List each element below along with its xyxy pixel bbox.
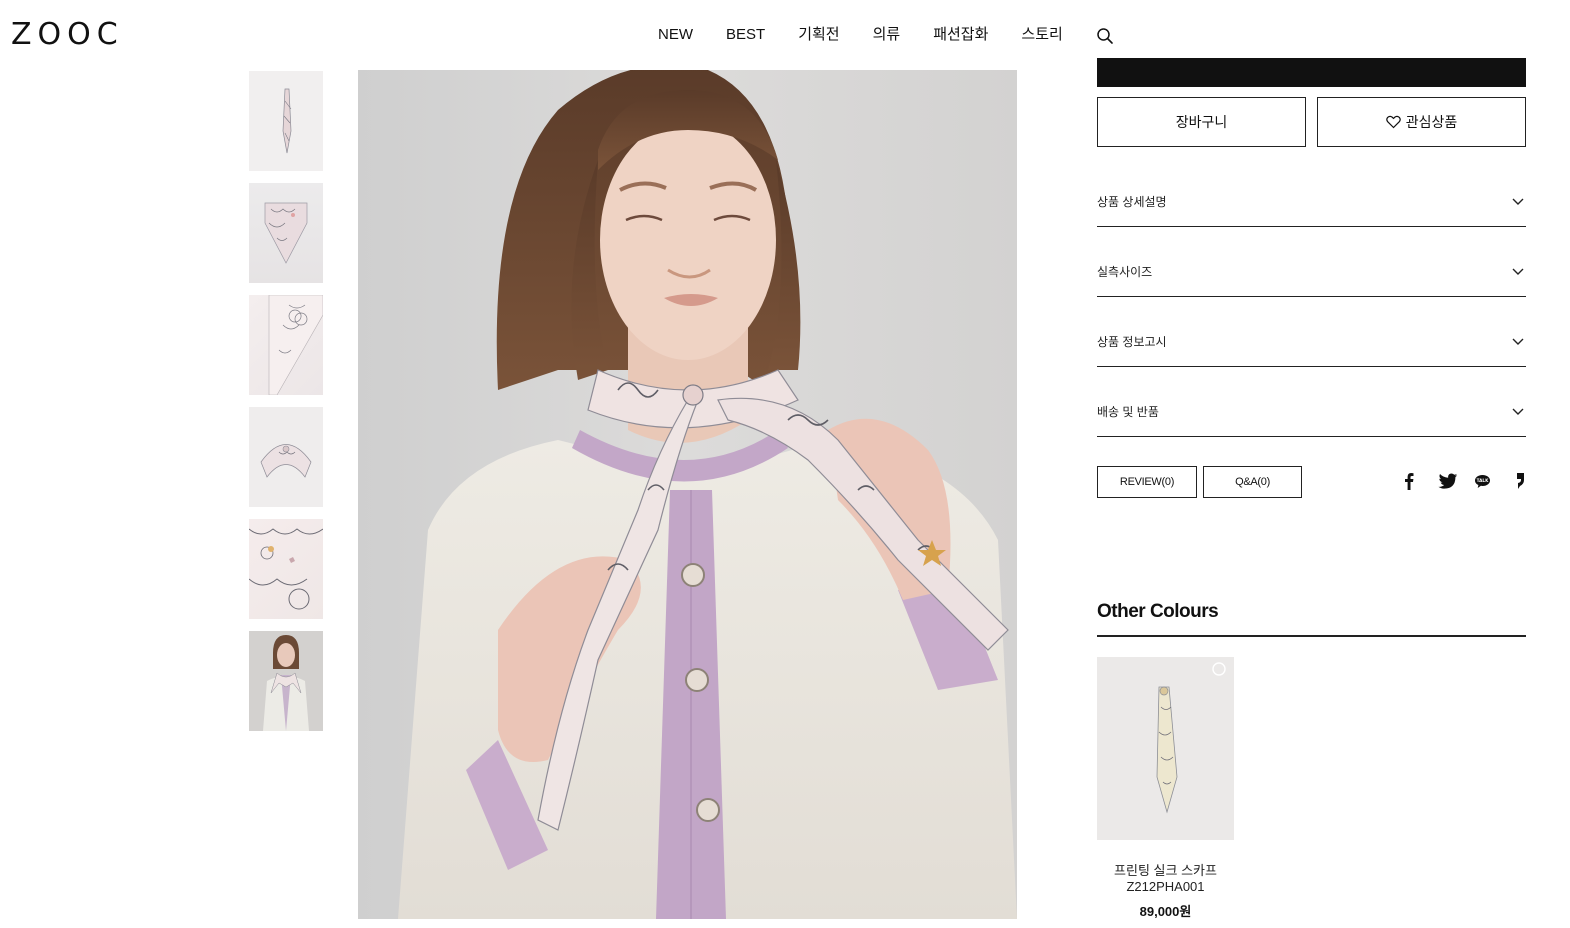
- svg-text:TALK: TALK: [1477, 478, 1489, 483]
- nav-item-accessories[interactable]: 패션잡화: [933, 24, 988, 46]
- nav-item-new[interactable]: NEW: [658, 24, 693, 46]
- facebook-icon[interactable]: [1404, 472, 1414, 495]
- thumbnail-scarf-flat[interactable]: [249, 71, 323, 171]
- twitter-icon[interactable]: [1438, 473, 1458, 495]
- nav-item-best[interactable]: BEST: [726, 24, 765, 46]
- accordion-product-info[interactable]: 상품 정보고시: [1097, 297, 1526, 367]
- qa-tab-button[interactable]: Q&A(0): [1203, 466, 1302, 498]
- main-nav: NEW BEST 기획전 의류 패션잡화 스토리: [658, 24, 1114, 46]
- accordion-shipping-returns[interactable]: 배송 및 반품: [1097, 367, 1526, 437]
- add-to-cart-button[interactable]: 장바구니: [1097, 97, 1306, 147]
- wishlist-label: 관심상품: [1405, 114, 1458, 130]
- divider: [1097, 635, 1526, 637]
- other-colour-product-code: Z212PHA001: [1126, 879, 1205, 894]
- other-colour-product-price: 89,000원: [1139, 904, 1192, 919]
- thumbnail-scarf-folded[interactable]: [249, 183, 323, 283]
- thumbnail-scarf-knotted[interactable]: [249, 407, 323, 507]
- accordion-label: 상품 정보고시: [1097, 335, 1167, 349]
- main-product-image: [358, 70, 1017, 919]
- wishlist-button[interactable]: 관심상품: [1317, 97, 1526, 147]
- nav-item-clothing[interactable]: 의류: [873, 24, 901, 46]
- chevron-down-icon: [1512, 338, 1524, 345]
- thumbnail-list: [249, 71, 323, 743]
- chevron-down-icon: [1512, 268, 1524, 275]
- chevron-down-icon: [1512, 198, 1524, 205]
- accordion-size-chart[interactable]: 실측사이즈: [1097, 227, 1526, 297]
- search-icon[interactable]: [1096, 27, 1114, 45]
- chevron-down-icon: [1512, 408, 1524, 415]
- other-colours-title: Other Colours: [1097, 601, 1219, 622]
- brand-logo[interactable]: ZOOC: [11, 18, 124, 52]
- share-icons: TALK: [1404, 472, 1525, 495]
- kakaotalk-icon[interactable]: TALK: [1474, 474, 1491, 494]
- nav-item-promotions[interactable]: 기획전: [798, 24, 839, 46]
- accordion-label: 배송 및 반품: [1097, 405, 1159, 419]
- thumbnail-model-wearing[interactable]: [249, 631, 323, 731]
- thumbnail-scarf-detail[interactable]: [249, 295, 323, 395]
- kakaostory-icon[interactable]: [1515, 472, 1525, 495]
- accordion-label: 상품 상세설명: [1097, 195, 1167, 209]
- accordion-product-details[interactable]: 상품 상세설명: [1097, 157, 1526, 227]
- buy-now-button[interactable]: [1097, 58, 1526, 87]
- thumbnail-print-closeup[interactable]: [249, 519, 323, 619]
- review-tab-button[interactable]: REVIEW(0): [1097, 466, 1197, 498]
- add-to-cart-label: 장바구니: [1175, 114, 1228, 130]
- nav-item-story[interactable]: 스토리: [1021, 24, 1062, 46]
- other-colour-product-name[interactable]: 프린팅 실크 스카프: [1097, 860, 1234, 879]
- heart-icon: [1385, 115, 1401, 129]
- other-colour-product-image[interactable]: [1097, 657, 1234, 840]
- accordion-label: 실측사이즈: [1097, 265, 1153, 279]
